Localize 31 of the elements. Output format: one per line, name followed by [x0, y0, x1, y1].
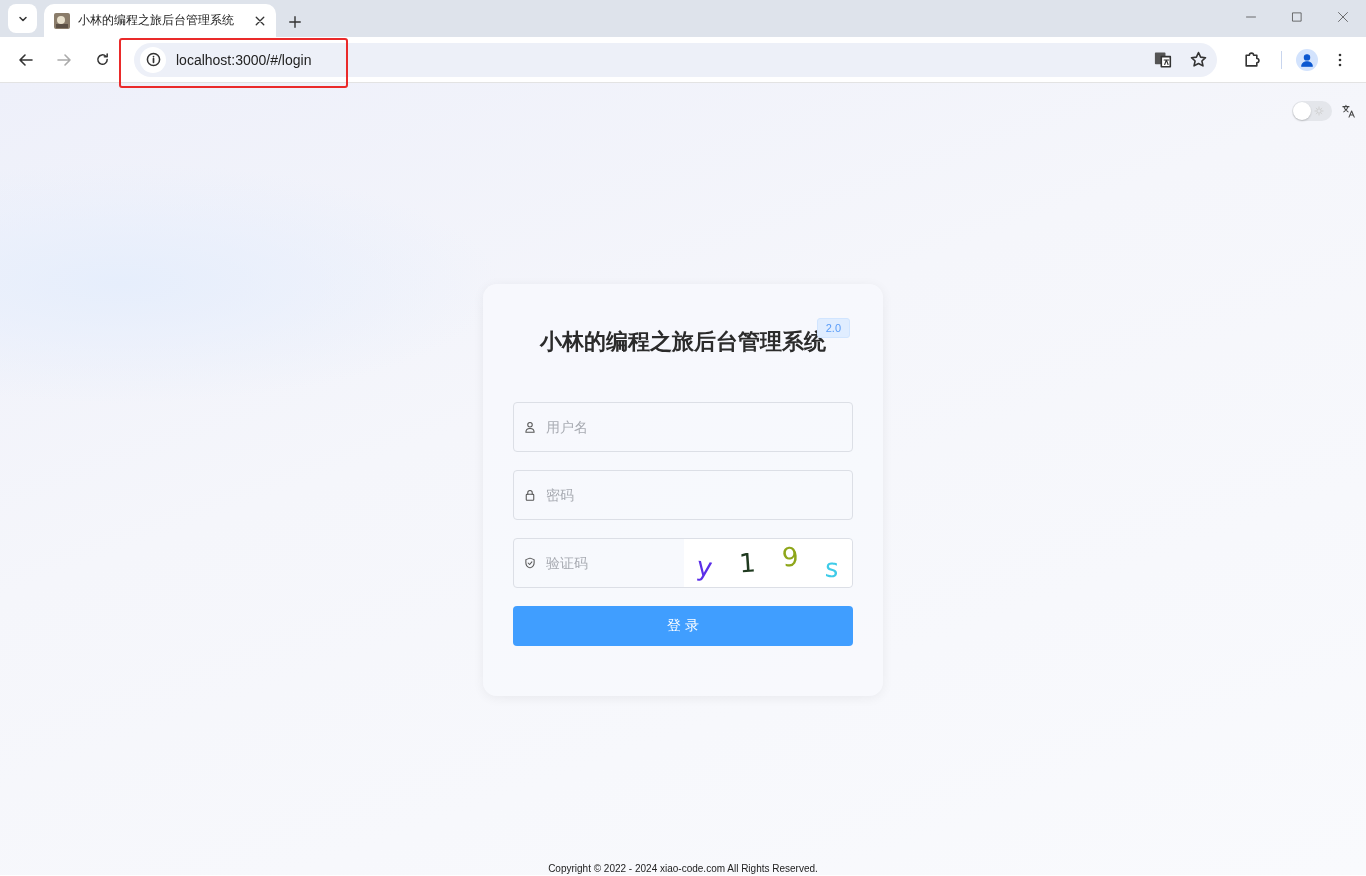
url-text: localhost:3000/#/login: [176, 51, 313, 68]
profile-avatar[interactable]: [1296, 48, 1318, 71]
person-icon: [1300, 52, 1314, 67]
address-bar[interactable]: localhost:3000/#/login: [134, 42, 1217, 77]
close-icon: [254, 14, 266, 27]
site-info-button[interactable]: [140, 46, 166, 73]
close-icon: [1337, 11, 1349, 23]
arrow-right-icon: [56, 51, 72, 68]
captcha-image[interactable]: y 1 9 s: [684, 539, 852, 587]
close-tab-button[interactable]: [254, 14, 266, 27]
theme-toggle[interactable]: [1292, 101, 1332, 121]
star-icon: [1190, 51, 1207, 68]
info-icon: [145, 52, 161, 67]
maximize-icon: [1291, 11, 1303, 23]
new-tab-button[interactable]: [288, 15, 302, 29]
captcha-field[interactable]: 验证码 y 1 9 s: [513, 538, 853, 588]
reload-icon: [94, 52, 110, 67]
translate-icon: [1154, 50, 1172, 69]
captcha-input[interactable]: 验证码: [546, 539, 674, 587]
favicon-icon: [54, 12, 70, 29]
shield-check-icon: [524, 557, 536, 569]
puzzle-icon: [1242, 51, 1260, 68]
tab-title: 小林的编程之旅后台管理系统: [78, 12, 235, 29]
copyright-text: Copyright © 2022 - 2024 xiao-code.com All Rights Reserved.: [548, 863, 818, 874]
arrow-left-icon: [18, 51, 34, 68]
translate-icon: [1342, 104, 1356, 118]
lock-icon: [524, 489, 536, 501]
language-button[interactable]: [1342, 104, 1356, 118]
browser-tab[interactable]: 小林的编程之旅后台管理系统: [44, 4, 276, 37]
plus-icon: [288, 15, 302, 29]
user-icon: [524, 421, 536, 433]
